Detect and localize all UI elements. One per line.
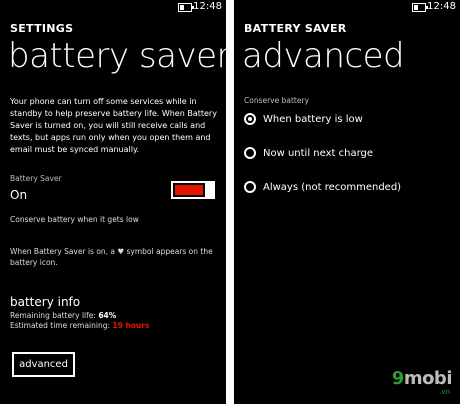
- status-clock: 12:48: [193, 1, 222, 12]
- remaining-value: 64%: [98, 311, 117, 320]
- estimated-value: 19 hours: [112, 321, 150, 330]
- battery-info-heading: battery info: [10, 295, 81, 309]
- status-bar: 12:48: [234, 0, 460, 16]
- status-clock: 12:48: [427, 1, 456, 12]
- option-label: When battery is low: [263, 113, 363, 125]
- estimated-time-line: Estimated time remaining: 19 hours: [10, 321, 149, 330]
- status-bar: 12:48: [0, 0, 226, 16]
- radio-selected-icon[interactable]: [244, 113, 256, 125]
- symbol-note: When Battery Saver is on, a ♥ symbol app…: [10, 247, 213, 267]
- battery-saver-screen: 12:48 SETTINGS battery saver Your phone …: [0, 0, 226, 404]
- watermark-sub: .vn: [439, 388, 450, 396]
- option-label: Now until next charge: [263, 147, 374, 159]
- conserve-battery-note: Conserve battery when it gets low: [10, 215, 139, 224]
- toggle-fill: [175, 185, 203, 195]
- remaining-battery-line: Remaining battery life: 64%: [10, 311, 116, 320]
- battery-icon: [178, 3, 194, 12]
- battery-saver-state: On: [10, 188, 28, 202]
- battery-saver-toggle[interactable]: [171, 181, 215, 199]
- page-title: advanced: [242, 36, 405, 76]
- watermark-text: mobi: [403, 368, 453, 389]
- battery-saver-label: Battery Saver: [10, 174, 62, 183]
- option-label: Always (not recommended): [263, 181, 402, 193]
- conserve-battery-label: Conserve battery: [244, 96, 309, 105]
- watermark-digit: 9: [391, 368, 405, 389]
- option-now-until-next-charge[interactable]: Now until next charge: [244, 144, 373, 162]
- watermark-logo: 9mobi .vn: [391, 368, 453, 396]
- option-always[interactable]: Always (not recommended): [244, 178, 401, 196]
- remaining-label: Remaining battery life:: [10, 311, 96, 320]
- section-label: SETTINGS: [10, 22, 74, 35]
- toggle-thumb[interactable]: [205, 181, 215, 199]
- advanced-button[interactable]: advanced: [12, 352, 75, 377]
- page-title: battery saver: [8, 36, 226, 76]
- option-when-battery-low[interactable]: When battery is low: [244, 110, 363, 128]
- estimated-label: Estimated time remaining:: [10, 321, 110, 330]
- section-label: BATTERY SAVER: [244, 22, 347, 35]
- advanced-screen: 12:48 BATTERY SAVER advanced Conserve ba…: [234, 0, 460, 404]
- battery-saver-description: Your phone can turn off some services wh…: [10, 97, 217, 154]
- radio-icon[interactable]: [244, 147, 256, 159]
- radio-icon[interactable]: [244, 181, 256, 193]
- battery-icon: [412, 3, 428, 12]
